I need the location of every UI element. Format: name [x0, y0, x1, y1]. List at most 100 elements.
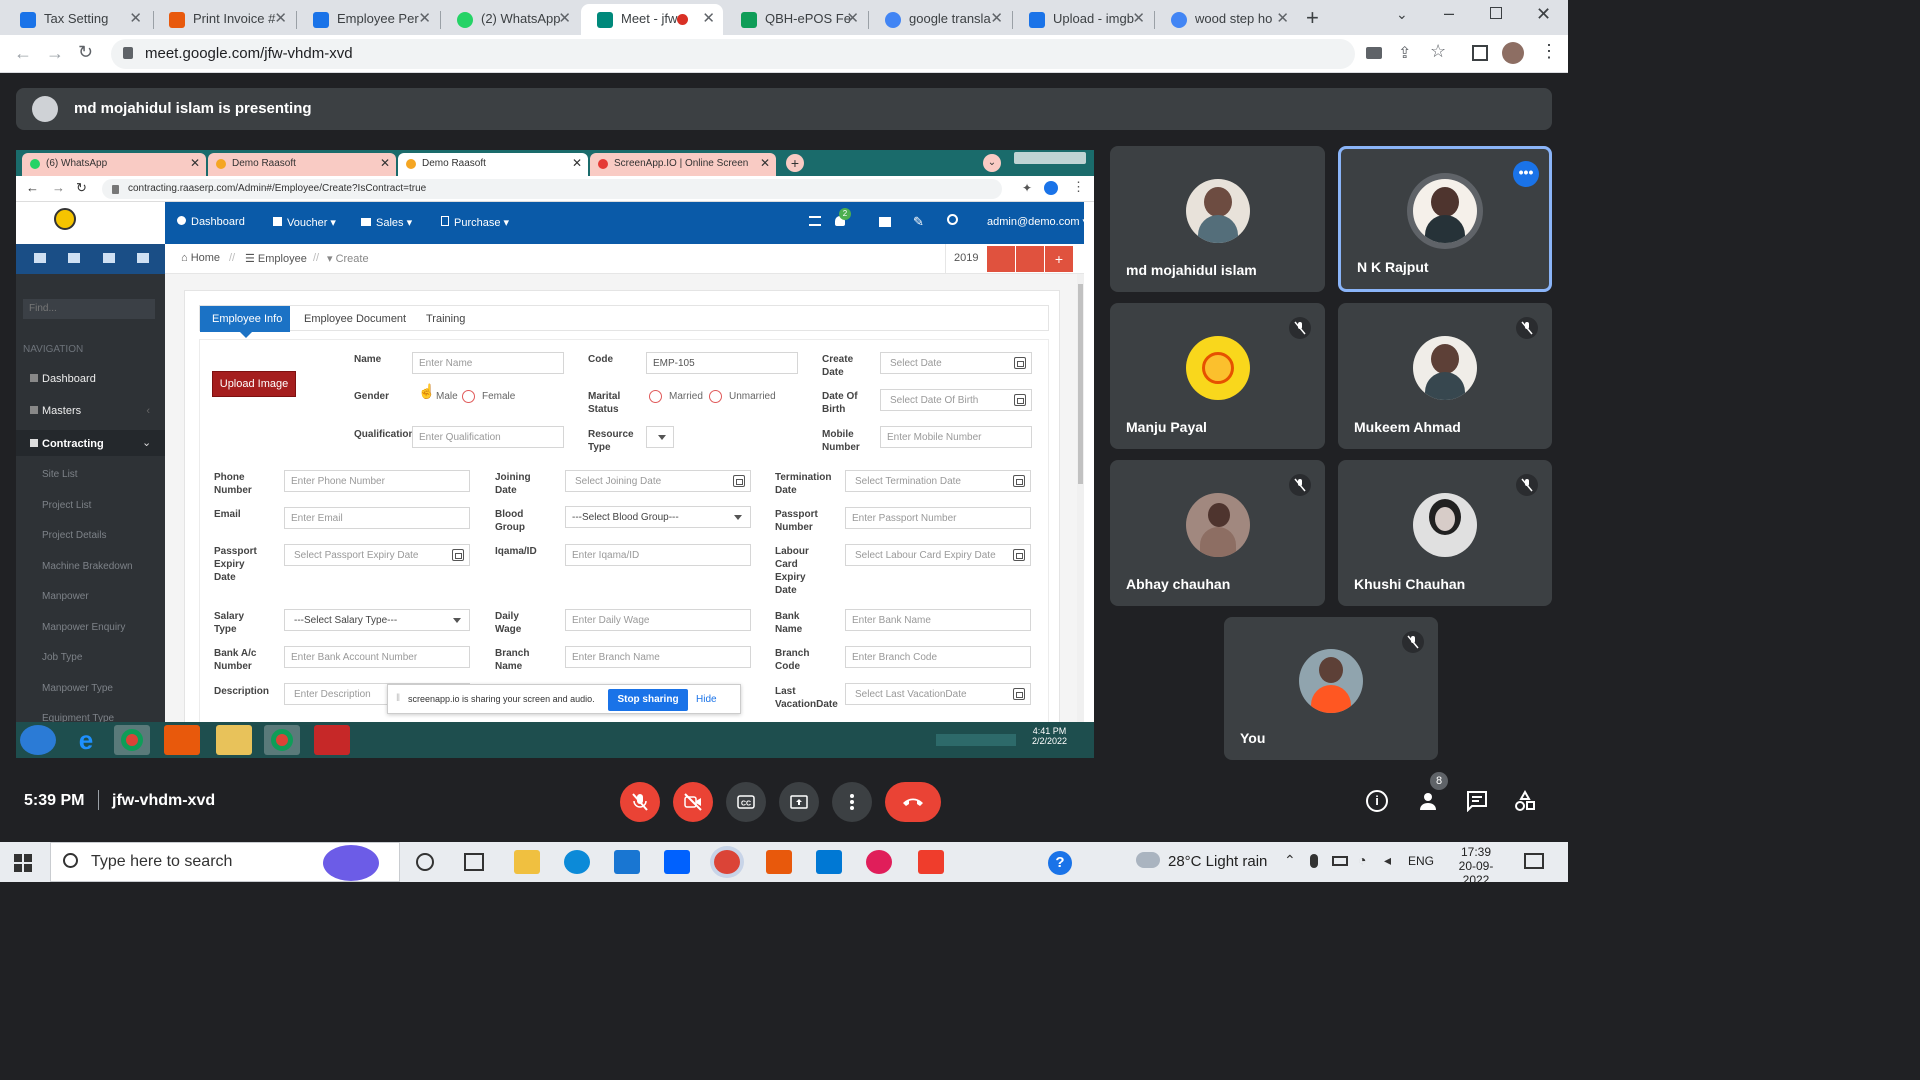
unmarried-label[interactable]: Unmarried — [729, 391, 776, 402]
calendar-icon[interactable] — [452, 549, 464, 561]
resource-type-select[interactable] — [646, 426, 674, 448]
tab-wood-step[interactable]: wood step ho ✕ — [1155, 4, 1297, 35]
salary-type-select[interactable]: ---Select Salary Type--- — [284, 609, 470, 631]
nav-voucher[interactable]: Voucher ▾ — [273, 216, 336, 229]
passport-expiry-input[interactable]: Select Passport Expiry Date — [284, 544, 470, 566]
quick-icon[interactable] — [103, 253, 115, 263]
camera-blocked-icon[interactable] — [1366, 47, 1382, 59]
battery-icon[interactable] — [1332, 856, 1348, 866]
folder-icon[interactable] — [216, 725, 252, 755]
nav-dashboard[interactable]: Dashboard — [177, 216, 245, 228]
cortana-icon[interactable] — [416, 853, 434, 871]
tab-tax-setting[interactable]: Tax Setting ✕ — [4, 4, 150, 35]
list-icon[interactable] — [809, 216, 821, 226]
taskbar-search-input[interactable]: Type here to search — [50, 842, 400, 882]
tab-meet[interactable]: Meet - jfw ✕ — [581, 4, 723, 35]
acrobat-icon[interactable] — [314, 725, 350, 755]
chrome-icon[interactable] — [714, 850, 740, 874]
sidebar-subitem[interactable]: Project List — [42, 500, 91, 511]
sidebar-item-masters[interactable]: Masters ‹ — [30, 405, 150, 417]
close-tab-icon[interactable]: ✕ — [1132, 9, 1145, 27]
tab-employee-info[interactable]: Employee Info — [200, 306, 290, 332]
start-orb-icon[interactable] — [20, 725, 56, 755]
close-tab-icon[interactable]: ✕ — [572, 156, 582, 170]
participant-tile-active[interactable]: ••• N K Rajput — [1338, 146, 1552, 292]
married-radio[interactable] — [649, 390, 662, 403]
mail-icon[interactable] — [614, 850, 640, 874]
camera-toggle-button[interactable] — [673, 782, 713, 822]
address-bar[interactable]: meet.google.com/jfw-vhdm-xvd — [111, 39, 1355, 69]
code-input[interactable]: EMP-105 — [646, 352, 798, 374]
email-input[interactable]: Enter Email — [284, 507, 470, 529]
sidebar-subitem[interactable]: Project Details — [42, 530, 106, 541]
tab-employee-document[interactable]: Employee Document — [304, 313, 406, 325]
close-tab-icon[interactable]: ✕ — [558, 9, 571, 27]
bank-name-input[interactable]: Enter Bank Name — [845, 609, 1031, 631]
tab-search-icon[interactable]: ⌄ — [1396, 6, 1408, 23]
daily-wage-input[interactable]: Enter Daily Wage — [565, 609, 751, 631]
meeting-info-icon[interactable]: i — [1366, 790, 1388, 812]
quick-icon[interactable] — [34, 253, 46, 263]
edge-icon[interactable] — [564, 850, 590, 874]
scrollbar-thumb[interactable] — [1078, 284, 1083, 484]
captions-button[interactable]: CC — [726, 782, 766, 822]
profile-avatar[interactable] — [1044, 181, 1058, 195]
upload-image-button[interactable]: Upload Image — [212, 371, 296, 397]
participant-tile[interactable]: Mukeem Ahmad — [1338, 303, 1552, 449]
anydesk-icon[interactable] — [164, 725, 200, 755]
create-date-input[interactable]: Select Date — [880, 352, 1032, 374]
calendar-icon[interactable] — [1014, 394, 1026, 406]
breadcrumb-home[interactable]: ⌂ Home — [181, 252, 220, 264]
taskbar-clock[interactable]: 17:39 20-09-2022 — [1446, 845, 1506, 887]
bookmark-star-icon[interactable]: ☆ — [1430, 41, 1446, 62]
inner-address-bar[interactable]: contracting.raaserp.com/Admin#/Employee/… — [102, 179, 1002, 199]
calendar-icon[interactable] — [1013, 549, 1025, 561]
lock-button[interactable] — [1016, 246, 1044, 272]
chrome-icon[interactable] — [264, 725, 300, 755]
vscode-icon[interactable] — [816, 850, 842, 874]
anydesk-icon[interactable] — [918, 850, 944, 874]
slack-icon[interactable] — [866, 850, 892, 874]
close-tab-icon[interactable]: ✕ — [760, 156, 770, 170]
forward-icon[interactable]: → — [46, 43, 64, 64]
close-tab-icon[interactable]: ✕ — [380, 156, 390, 170]
notifications-icon[interactable] — [1524, 853, 1544, 869]
anydesk-icon[interactable] — [766, 850, 792, 874]
calendar-icon[interactable] — [1014, 357, 1026, 369]
tab-qbh-epos[interactable]: QBH-ePOS Fe ✕ — [725, 4, 867, 35]
menu-kebab-icon[interactable]: ⋮ — [1072, 179, 1085, 195]
reload-icon[interactable]: ↻ — [78, 42, 93, 63]
sidebar-find-input[interactable]: Find... — [23, 299, 155, 319]
mic-toggle-button[interactable] — [620, 782, 660, 822]
add-button[interactable]: + — [1045, 246, 1073, 272]
inner-tab-screenapp[interactable]: ScreenApp.IO | Online Screen ✕ — [590, 153, 776, 176]
bank-ac-input[interactable]: Enter Bank Account Number — [284, 646, 470, 668]
participant-tile[interactable]: Khushi Chauhan — [1338, 460, 1552, 606]
blood-group-select[interactable]: ---Select Blood Group--- — [565, 506, 751, 528]
wrench-icon[interactable]: ✎ — [913, 214, 924, 230]
gender-female-label[interactable]: Female — [482, 391, 515, 402]
weather-text[interactable]: 28°C Light rain — [1168, 853, 1267, 870]
inner-tab-demo-raasoft[interactable]: Demo Raasoft ✕ — [208, 153, 396, 176]
user-menu[interactable]: admin@demo.com ▾ — [987, 215, 1088, 228]
back-icon[interactable]: ← — [14, 43, 32, 64]
profile-avatar[interactable] — [1502, 42, 1524, 64]
windows-start-icon[interactable] — [14, 854, 32, 872]
sidebar-subitem[interactable]: Manpower — [42, 591, 89, 602]
hide-button[interactable]: Hide — [696, 694, 717, 705]
sidebar-subitem[interactable]: Machine Brakedown — [42, 561, 133, 572]
mobile-input[interactable]: Enter Mobile Number — [880, 426, 1032, 448]
close-tab-icon[interactable]: ✕ — [418, 9, 431, 27]
reload-icon[interactable]: ↻ — [76, 180, 87, 196]
termination-date-input[interactable]: Select Termination Date — [845, 470, 1031, 492]
stop-sharing-button[interactable]: Stop sharing — [608, 689, 688, 711]
tab-search-icon[interactable]: ⌄ — [983, 154, 1001, 172]
passport-number-input[interactable]: Enter Passport Number — [845, 507, 1031, 529]
breadcrumb-employee[interactable]: ☰ Employee — [245, 252, 307, 265]
participant-tile[interactable]: Manju Payal — [1110, 303, 1325, 449]
inner-tab-whatsapp[interactable]: (6) WhatsApp ✕ — [22, 153, 206, 176]
side-panel-icon[interactable] — [1472, 45, 1488, 61]
sidebar-subitem[interactable]: Site List — [42, 469, 78, 480]
search-icon[interactable] — [947, 214, 958, 225]
calendar-icon[interactable] — [733, 475, 745, 487]
